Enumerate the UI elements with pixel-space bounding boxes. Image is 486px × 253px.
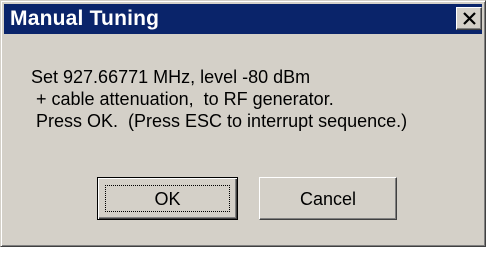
message-line: Press OK. (Press ESC to interrupt sequen… bbox=[31, 111, 408, 131]
message-line: + cable attenuation, to RF generator. bbox=[31, 89, 334, 109]
manual-tuning-dialog: Manual Tuning Set 927.66771 MHz, level -… bbox=[0, 0, 486, 247]
title-bar[interactable]: Manual Tuning bbox=[4, 4, 482, 34]
message-text: Set 927.66771 MHz, level -80 dBm + cable… bbox=[31, 66, 407, 132]
ok-button[interactable]: OK bbox=[97, 177, 238, 220]
close-button[interactable] bbox=[456, 7, 482, 30]
cancel-button-label: Cancel bbox=[299, 189, 357, 209]
cancel-button[interactable]: Cancel bbox=[259, 177, 397, 220]
close-icon bbox=[463, 12, 476, 25]
message-line: Set 927.66771 MHz, level -80 dBm bbox=[31, 67, 311, 87]
window-title: Manual Tuning bbox=[10, 7, 160, 30]
ok-button-label: OK bbox=[154, 189, 181, 209]
